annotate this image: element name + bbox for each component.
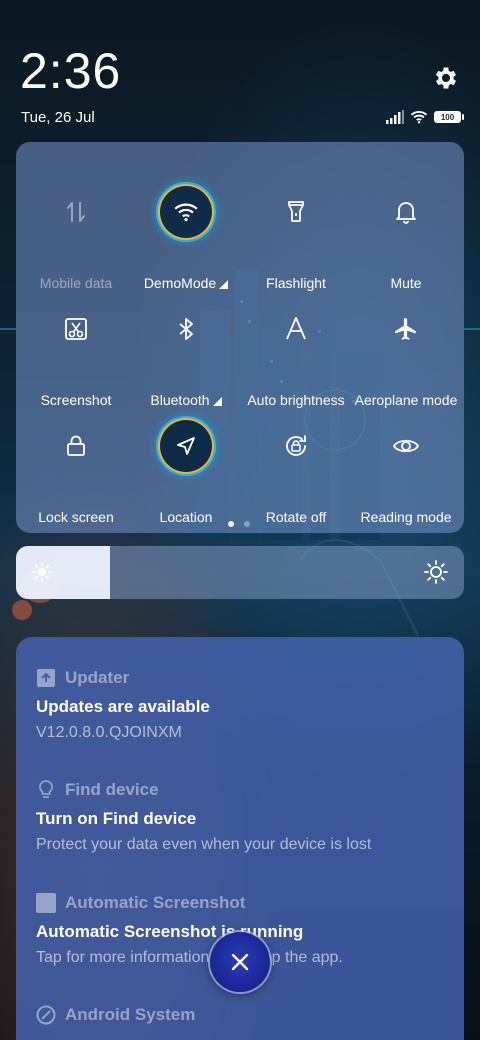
tile-label: Screenshot [40,392,112,408]
notification-text: Protect your data even when your device … [36,836,372,853]
gear-icon [435,67,457,89]
brightness-slider[interactable] [16,546,464,599]
status-icons: 100 [386,108,464,126]
brightness-low-icon [32,562,52,582]
notification-app-name: Updater [65,668,130,687]
wifi-icon [160,186,212,238]
scissors-icon [50,303,102,355]
notification-app-name: Android System [65,1005,196,1024]
tile-label: Flashlight [266,275,326,291]
page-dot-active [228,521,234,527]
tile-label: Aeroplane mode [354,392,458,408]
notification-android-system[interactable]: Android System [36,1003,446,1027]
notification-title: Updates are available [36,697,210,716]
tile-label: Lock screen [38,509,114,525]
tile-flashlight[interactable]: Flashlight [240,176,352,291]
location-arrow-icon [160,420,212,472]
bell-icon [380,186,432,238]
tile-auto-brightness[interactable]: Auto brightness [240,293,352,408]
tile-label: Rotate off [265,509,327,525]
tile-label: DemoMode [143,275,217,291]
notification-text: V12.0.8.0.QJOINXM [36,724,182,741]
notification-app-name: Find device [65,780,159,799]
android-system-icon [36,1005,56,1025]
tile-aeroplane-mode[interactable]: Aeroplane mode [350,293,462,408]
app-square-icon [36,893,56,913]
tile-demomode[interactable]: DemoMode [130,176,242,291]
tile-bluetooth[interactable]: Bluetooth [130,293,242,408]
tile-label: Mobile data [39,275,113,291]
battery-indicator: 100 [434,111,464,123]
clear-notifications-button[interactable] [210,932,270,992]
tile-label: Auto brightness [247,392,345,408]
tile-location[interactable]: Location [130,410,242,525]
notification-title: Turn on Find device [36,809,197,828]
brightness-level-fill [16,546,111,599]
brightness-high-icon [424,560,448,584]
tile-mobile-data[interactable]: Mobile data [20,176,132,291]
notification-find-device[interactable]: Find device Turn on Find device Protect … [36,778,446,854]
signal-icon [386,110,404,124]
lock-icon [50,420,102,472]
auto-brightness-icon [270,303,322,355]
tile-mute[interactable]: Mute [350,176,462,291]
flashlight-icon [270,186,322,238]
page-dot [244,521,250,527]
tile-lock-screen[interactable]: Lock screen [20,410,132,525]
tile-label: Reading mode [360,509,452,525]
close-icon [231,953,249,971]
lightbulb-icon [36,780,56,800]
airplane-icon [380,303,432,355]
notification-updater[interactable]: Updater Updates are available V12.0.8.0.… [36,666,446,742]
tile-label: Mute [390,275,422,291]
quick-settings-panel: Mobile data DemoMode Flashlight Mute Scr… [16,142,464,533]
updater-icon [36,668,56,688]
rotate-lock-icon [270,420,322,472]
eye-icon [380,420,432,472]
settings-gear-button[interactable] [432,64,460,92]
submenu-indicator-icon [219,280,229,289]
page-indicator [228,521,250,527]
notification-app-name: Automatic Screenshot [65,893,246,912]
wifi-status-icon [410,110,428,124]
tile-screenshot[interactable]: Screenshot [20,293,132,408]
mobile-data-icon [50,186,102,238]
submenu-indicator-icon [212,397,222,406]
clock-time: 2:36 [20,43,122,99]
date-label: Tue, 26 Jul [21,109,95,126]
tile-label: Bluetooth [150,392,210,408]
tile-rotate-off[interactable]: Rotate off [240,410,352,525]
tile-reading-mode[interactable]: Reading mode [350,410,462,525]
bluetooth-icon [160,303,212,355]
